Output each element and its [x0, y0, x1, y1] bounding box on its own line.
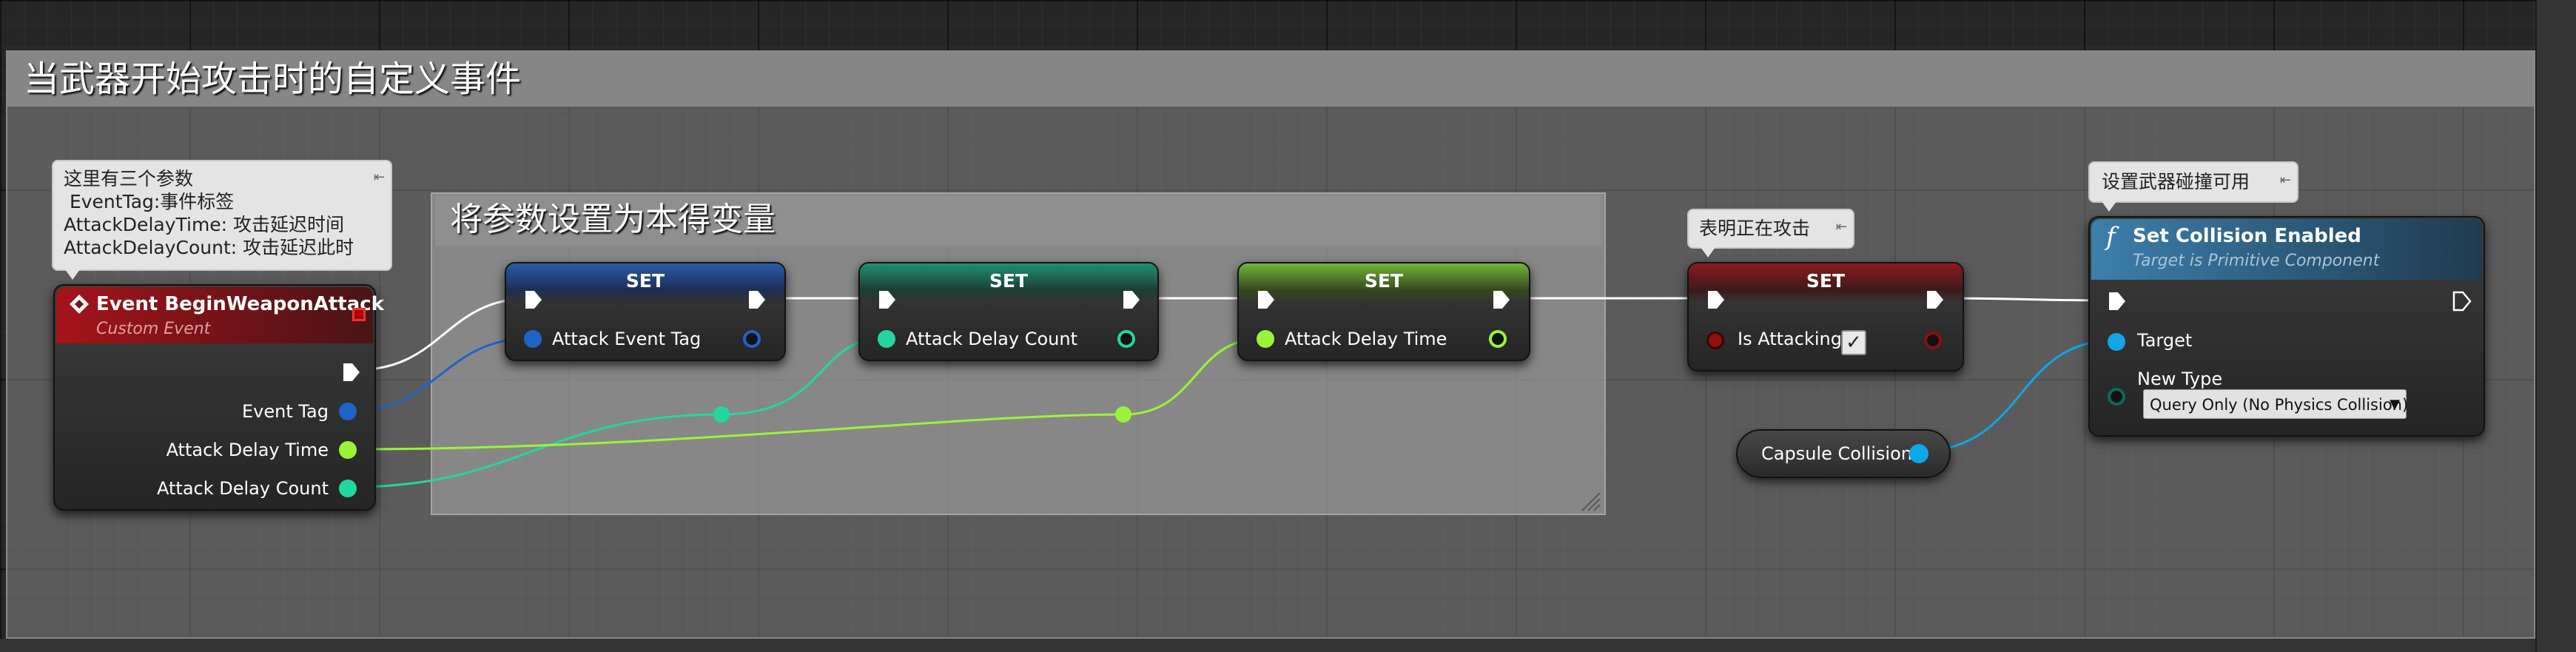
set-exec-out-pin[interactable] [1120, 289, 1143, 311]
attack-delay-time-output-label: Attack Delay Time [166, 440, 329, 460]
attack-delay-time-output-pin[interactable] [1489, 330, 1507, 348]
set-is-attacking-node[interactable]: SET Is Attacking ✓ [1687, 262, 1964, 372]
attack-delay-count-label: Attack Delay Count [906, 329, 1077, 349]
is-attacking-note-bubble[interactable]: ⇤ 表明正在攻击 [1687, 209, 1854, 258]
set-exec-out-pin[interactable] [1924, 289, 1946, 311]
event-note-line-2: EventTag:事件标签 [64, 191, 235, 212]
set-exec-out-pin[interactable] [746, 289, 768, 311]
pin-note-icon[interactable]: ⇤ [1836, 215, 1847, 240]
function-exec-out-pin[interactable] [2451, 290, 2473, 312]
new-type-dropdown-value: Query Only (No Physics Collision) [2150, 396, 2409, 414]
set-exec-in-pin[interactable] [1255, 289, 1277, 311]
set-exec-out-pin[interactable] [1490, 289, 1513, 311]
set-attack-delay-time-node[interactable]: SET Attack Delay Time [1237, 262, 1530, 361]
event-tag-output-label: Event Tag [241, 401, 329, 422]
set-exec-in-pin[interactable] [876, 289, 898, 311]
capsule-collision-label: Capsule Collision [1761, 443, 1912, 464]
dropdown-caret-icon: ▼ [2390, 397, 2400, 412]
function-node-subtitle: Target is Primitive Component [2133, 252, 2380, 270]
set-node-header: SET [1239, 263, 1529, 302]
set-attack-event-tag-node[interactable]: SET Attack Event Tag [505, 262, 786, 361]
set-node-header: SET [860, 263, 1157, 302]
new-type-label: New Type [2137, 369, 2223, 389]
capsule-collision-getter-node[interactable]: Capsule Collision [1736, 429, 1951, 478]
attack-delay-time-input-pin[interactable] [1257, 330, 1274, 348]
set-node-header: SET [506, 263, 784, 302]
new-type-input-pin[interactable] [2108, 388, 2125, 406]
set-attack-delay-count-node[interactable]: SET Attack Delay Count [858, 262, 1159, 361]
pin-note-icon[interactable]: ⇤ [2280, 167, 2291, 194]
pin-note-icon[interactable]: ⇤ [374, 166, 385, 189]
set-exec-in-pin[interactable] [1705, 289, 1727, 311]
attack-event-tag-input-pin[interactable] [524, 330, 542, 348]
reroute-dot-count [713, 406, 730, 423]
attack-delay-time-output-pin[interactable] [339, 441, 357, 459]
function-node-title: Set Collision Enabled [2133, 225, 2361, 247]
attack-delay-count-input-pin[interactable] [878, 330, 895, 348]
blueprint-graph-canvas[interactable]: 当武器开始攻击时的自定义事件 将参数设置为本得变量 ⇤ 这里有三个参数 Even… [0, 0, 2576, 652]
event-tag-output-pin[interactable] [339, 403, 357, 420]
target-label: Target [2137, 330, 2193, 351]
event-begin-weapon-attack-node[interactable]: Event BeginWeaponAttack Custom Event Eve… [53, 284, 384, 511]
set-node-header: SET [1689, 263, 1963, 302]
set-exec-in-pin[interactable] [522, 289, 545, 311]
attack-delay-time-label: Attack Delay Time [1285, 329, 1447, 349]
delegate-pin-icon[interactable] [352, 308, 366, 321]
event-exec-out-pin[interactable] [340, 361, 363, 383]
event-node-subtitle: Custom Event [96, 320, 211, 338]
is-attacking-label: Is Attacking [1738, 329, 1842, 349]
is-attacking-checkbox[interactable]: ✓ [1841, 330, 1866, 355]
reroute-dot-time [1115, 406, 1131, 423]
event-node-title: Event BeginWeaponAttack [96, 293, 384, 315]
new-type-dropdown[interactable]: Query Only (No Physics Collision) ▼ [2143, 389, 2409, 419]
collision-note-text: 设置武器碰撞可用 [2102, 171, 2250, 192]
is-attacking-output-pin[interactable] [1924, 332, 1942, 349]
collision-note-bubble[interactable]: ⇤ 设置武器碰撞可用 [2088, 161, 2298, 212]
event-note-line-4: AttackDelayCount: 攻击延迟此时 [64, 237, 354, 258]
is-attacking-input-pin[interactable] [1706, 332, 1724, 349]
event-diamond-icon [70, 295, 89, 314]
event-note-line-3: AttackDelayTime: 攻击延迟时间 [64, 214, 345, 235]
attack-event-tag-label: Attack Event Tag [552, 329, 702, 349]
event-note-line-1: 这里有三个参数 [64, 168, 194, 189]
event-note-bubble[interactable]: ⇤ 这里有三个参数 EventTag:事件标签 AttackDelayTime:… [52, 160, 392, 280]
is-attacking-note-text: 表明正在攻击 [1699, 218, 1811, 239]
function-icon: f [2106, 222, 2116, 252]
attack-delay-count-output-pin[interactable] [1117, 330, 1135, 348]
function-exec-in-pin[interactable] [2106, 290, 2128, 312]
capsule-collision-output-pin[interactable] [1909, 444, 1928, 463]
target-input-pin[interactable] [2108, 333, 2125, 351]
attack-delay-count-output-label: Attack Delay Count [157, 478, 329, 499]
attack-event-tag-output-pin[interactable] [743, 330, 761, 348]
attack-delay-count-output-pin[interactable] [339, 480, 357, 497]
